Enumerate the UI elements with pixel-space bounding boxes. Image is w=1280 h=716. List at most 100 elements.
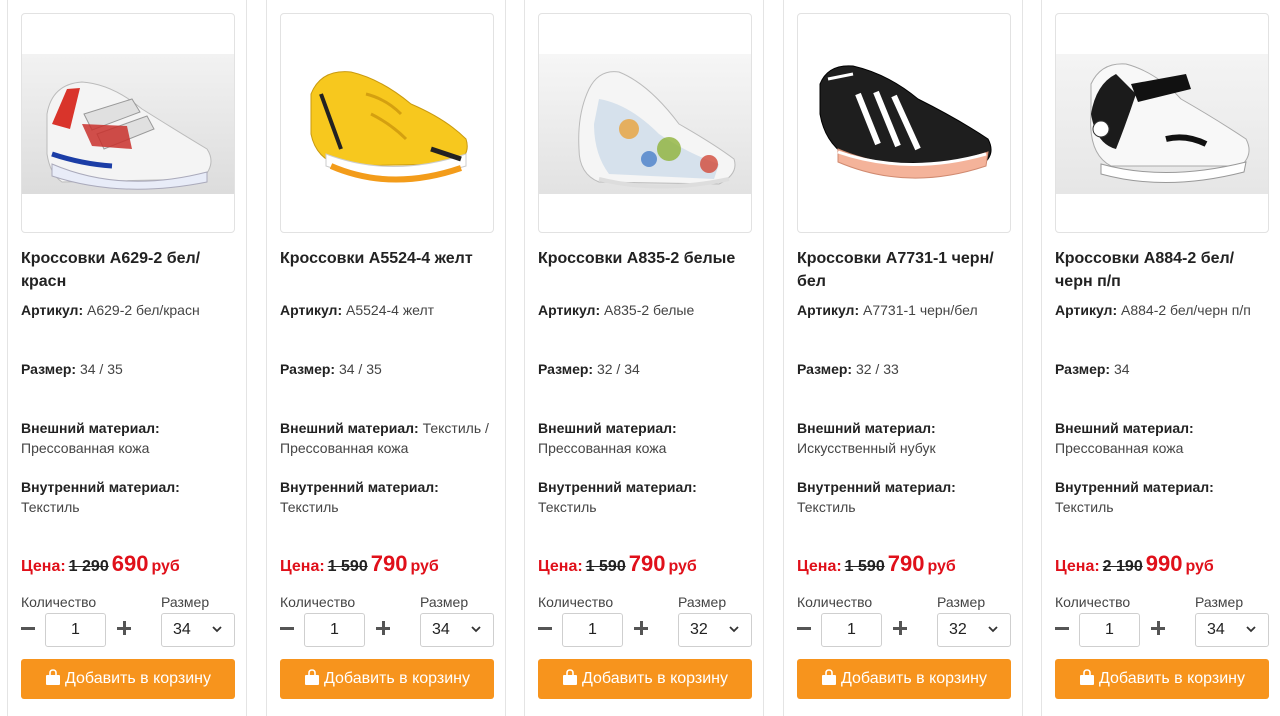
chevron-down-icon [1246, 626, 1256, 633]
price-label: Цена: [21, 558, 66, 575]
inner-material-row: Внутренний материал: Текстиль [280, 477, 496, 517]
plus-icon[interactable] [893, 621, 907, 635]
product-title[interactable]: Кроссовки А629-2 бел/красн [21, 247, 231, 293]
inner-material-value: Текстиль [21, 499, 80, 515]
quantity-label: Количество [538, 594, 614, 610]
minus-icon[interactable] [21, 627, 35, 630]
quantity-input[interactable] [821, 613, 882, 647]
product-image[interactable] [280, 13, 494, 233]
size-row: Размер: 34 / 35 [280, 359, 496, 379]
size-label: Размер: [538, 361, 594, 377]
product-image[interactable] [797, 13, 1011, 233]
quantity-input[interactable] [45, 613, 106, 647]
article-row: Артикул: А835-2 белые [538, 300, 754, 320]
size-select-value: 32 [690, 621, 708, 638]
currency: руб [151, 558, 180, 575]
inner-material-label: Внутренний материал: [21, 479, 180, 495]
old-price: 1 590 [327, 558, 368, 575]
shopping-bag-icon [1079, 669, 1094, 685]
currency: руб [668, 558, 697, 575]
quantity-label: Количество [1055, 594, 1131, 610]
size-select[interactable]: 34 [420, 613, 494, 647]
plus-icon[interactable] [376, 621, 390, 635]
price-row: Цена: 2 190 990 руб [1055, 551, 1275, 577]
article-value: А884-2 бел/черн п/п [1121, 302, 1251, 318]
article-label: Артикул: [1055, 302, 1118, 318]
article-value: А629-2 бел/красн [87, 302, 200, 318]
price-row: Цена: 1 590 790 руб [280, 551, 500, 577]
add-to-cart-label: Добавить в корзину [581, 670, 728, 687]
size-value: 34 [1113, 361, 1130, 377]
quantity-input[interactable] [304, 613, 365, 647]
add-to-cart-button[interactable]: Добавить в корзину [797, 659, 1011, 699]
add-to-cart-button[interactable]: Добавить в корзину [1055, 659, 1269, 699]
add-to-cart-label: Добавить в корзину [323, 670, 470, 687]
price-label: Цена: [1055, 558, 1100, 575]
outer-material-row: Внешний материал: Прессованная кожа [1055, 418, 1271, 458]
outer-material-label: Внешний материал: [1055, 420, 1194, 436]
outer-material-row: Внешний материал: Прессованная кожа [538, 418, 754, 458]
new-price: 790 [628, 551, 666, 576]
article-value: А835-2 белые [604, 302, 695, 318]
add-to-cart-button[interactable]: Добавить в корзину [280, 659, 494, 699]
size-select[interactable]: 32 [678, 613, 752, 647]
size-label: Размер: [21, 361, 77, 377]
chevron-down-icon [212, 626, 222, 633]
chevron-down-icon [471, 626, 481, 633]
outer-material-value: Искусственный нубук [797, 440, 936, 456]
size-value: 34 / 35 [79, 361, 123, 377]
price-label: Цена: [797, 558, 842, 575]
plus-icon[interactable] [634, 621, 648, 635]
price-label: Цена: [280, 558, 325, 575]
new-price: 790 [887, 551, 925, 576]
size-select-label: Размер [1195, 594, 1244, 610]
add-to-cart-label: Добавить в корзину [64, 670, 211, 687]
product-title[interactable]: Кроссовки А5524-4 желт [280, 247, 490, 270]
minus-icon[interactable] [538, 627, 552, 630]
article-label: Артикул: [280, 302, 343, 318]
size-label: Размер: [797, 361, 853, 377]
minus-icon[interactable] [1055, 627, 1069, 630]
price-row: Цена: 1 290 690 руб [21, 551, 241, 577]
minus-icon[interactable] [797, 627, 811, 630]
outer-material-value: Прессованная кожа [1055, 440, 1184, 456]
chevron-down-icon [988, 626, 998, 633]
product-title[interactable]: Кроссовки А835-2 белые [538, 247, 748, 270]
new-price: 690 [111, 551, 149, 576]
minus-icon[interactable] [280, 627, 294, 630]
product-grid: Кроссовки А629-2 бел/красн Артикул: А629… [0, 0, 1280, 716]
quantity-input[interactable] [562, 613, 623, 647]
add-to-cart-button[interactable]: Добавить в корзину [21, 659, 235, 699]
product-image[interactable] [21, 13, 235, 233]
product-image[interactable] [538, 13, 752, 233]
currency: руб [927, 558, 956, 575]
plus-icon[interactable] [1151, 621, 1165, 635]
size-select[interactable]: 32 [937, 613, 1011, 647]
add-to-cart-label: Добавить в корзину [1098, 670, 1245, 687]
size-select[interactable]: 34 [161, 613, 235, 647]
sneaker-image [46, 81, 212, 190]
size-value: 34 / 35 [338, 361, 382, 377]
product-title[interactable]: Кроссовки А7731-1 черн/бел [797, 247, 1007, 293]
outer-material-label: Внешний материал: [280, 420, 419, 436]
size-select-label: Размер [420, 594, 469, 610]
old-price: 1 590 [844, 558, 885, 575]
shopping-bag-icon [821, 669, 836, 685]
price-row: Цена: 1 590 790 руб [797, 551, 1017, 577]
size-select[interactable]: 34 [1195, 613, 1269, 647]
product-title[interactable]: Кроссовки А884-2 бел/черн п/п [1055, 247, 1265, 293]
inner-material-value: Текстиль [538, 499, 597, 515]
plus-icon[interactable] [117, 621, 131, 635]
outer-material-row: Внешний материал: Прессованная кожа [21, 418, 237, 458]
product-image[interactable] [1055, 13, 1269, 233]
size-row: Размер: 32 / 34 [538, 359, 754, 379]
article-value: А5524-4 желт [346, 302, 435, 318]
add-to-cart-button[interactable]: Добавить в корзину [538, 659, 752, 699]
size-label: Размер: [1055, 361, 1111, 377]
outer-material-label: Внешний материал: [797, 420, 936, 436]
inner-material-row: Внутренний материал: Текстиль [21, 477, 237, 517]
sneaker-image [310, 71, 468, 183]
size-label: Размер: [280, 361, 336, 377]
quantity-input[interactable] [1079, 613, 1140, 647]
add-to-cart-label: Добавить в корзину [840, 670, 987, 687]
